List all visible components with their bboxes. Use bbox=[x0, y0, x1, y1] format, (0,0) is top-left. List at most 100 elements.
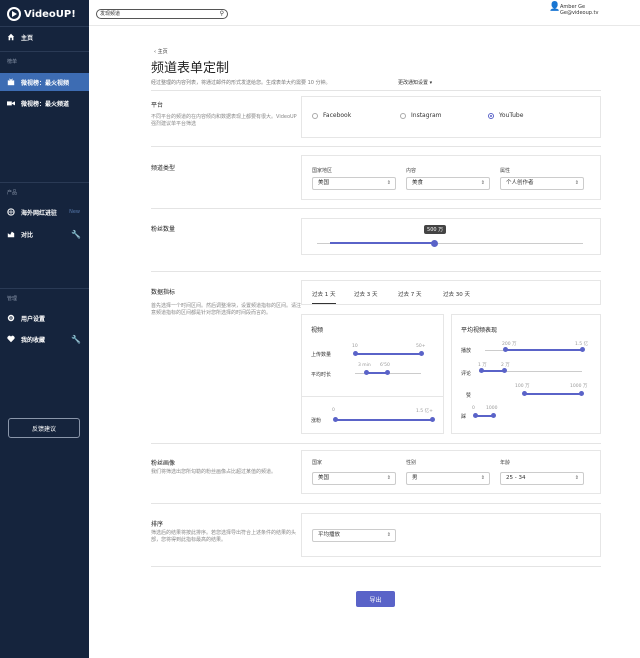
user-menu[interactable]: 👤 Amber Ge Ge@videoup.tv bbox=[549, 3, 598, 17]
content-select[interactable]: 美食 ⇕ bbox=[406, 177, 490, 190]
fans-slider-max-handle[interactable] bbox=[430, 417, 435, 422]
divider bbox=[151, 503, 601, 504]
fans-slider-min-handle[interactable] bbox=[333, 417, 338, 422]
duration-max: 6'50 bbox=[380, 363, 390, 368]
uploads-label: 上传数量 bbox=[311, 352, 332, 358]
audience-country-select[interactable]: 美国 ⇕ bbox=[312, 472, 396, 485]
chevron-updown-icon: ⇕ bbox=[480, 180, 485, 186]
notify-settings-link[interactable]: 更改通知设置 ▾ bbox=[398, 79, 432, 86]
sidebar-item-top-videos[interactable]: 微视榜：最火视频 bbox=[0, 73, 89, 91]
uploads-slider-max-handle[interactable] bbox=[419, 351, 424, 356]
fans-metrics-card: 涨粉 0 1.5 亿+ bbox=[301, 396, 444, 434]
user-icon: 👤 bbox=[549, 2, 561, 12]
uploads-slider-min-handle[interactable] bbox=[353, 351, 358, 356]
likes-min: 100 万 bbox=[515, 384, 530, 389]
uploads-max: 50+ bbox=[416, 344, 426, 349]
sidebar-item-influencer[interactable]: 海外网红进驻 New bbox=[0, 203, 89, 221]
dislikes-min: 0 bbox=[472, 406, 475, 411]
gear-icon bbox=[7, 314, 15, 322]
likes-slider-min-handle[interactable] bbox=[522, 391, 527, 396]
comments-min: 1 万 bbox=[478, 363, 487, 368]
divider bbox=[151, 443, 601, 444]
followers-slider-handle[interactable] bbox=[431, 240, 439, 247]
divider bbox=[151, 271, 601, 272]
notify-label: 更改通知设置 bbox=[398, 80, 429, 86]
radio-label: YouTube bbox=[499, 112, 524, 119]
country-select[interactable]: 美国 ⇕ bbox=[312, 177, 396, 190]
radio-circle-selected bbox=[488, 112, 494, 119]
audience-desc: 我们将筛选出您所勾勒的粉丝画像占比超过某值的频道。 bbox=[151, 469, 277, 475]
wrench-icon: 🔧 bbox=[71, 229, 81, 239]
age-select[interactable]: 25 - 34 ⇕ bbox=[500, 472, 584, 485]
chevron-updown-icon: ⇕ bbox=[386, 180, 391, 186]
search-input[interactable]: 发现频道 ⚲ bbox=[96, 9, 228, 19]
tab-3-days[interactable]: 过去 3 天 bbox=[354, 290, 378, 298]
app-name: VideoUP! bbox=[24, 8, 76, 20]
radio-instagram[interactable]: Instagram bbox=[400, 112, 442, 119]
home-icon bbox=[7, 33, 15, 41]
radio-label: Instagram bbox=[411, 112, 442, 119]
gender-select[interactable]: 男 ⇕ bbox=[406, 472, 490, 485]
sidebar-item-label: 对比 bbox=[21, 231, 34, 239]
chevron-updown-icon: ⇕ bbox=[386, 475, 391, 481]
select-value: 美食 bbox=[412, 180, 424, 186]
select-value: 个人创作者 bbox=[506, 180, 534, 186]
audience-title: 粉丝画像 bbox=[151, 460, 176, 467]
search-icon[interactable]: ⚲ bbox=[220, 10, 224, 18]
section-label-products: 产品 bbox=[7, 190, 18, 196]
sidebar-item-label: 微视榜：最火频道 bbox=[21, 100, 70, 108]
sidebar-item-label: 用户设置 bbox=[21, 315, 46, 323]
duration-slider-max-handle[interactable] bbox=[385, 370, 390, 375]
comments-slider-max-handle[interactable] bbox=[502, 368, 507, 373]
divider bbox=[151, 566, 601, 567]
tab-30-days[interactable]: 过去 30 天 bbox=[443, 290, 470, 298]
sidebar-item-favorites[interactable]: 我的收藏 🔧 bbox=[0, 330, 89, 348]
followers-card: 500 万 bbox=[301, 218, 601, 255]
chevron-updown-icon: ⇕ bbox=[574, 475, 579, 481]
plays-slider-min-handle[interactable] bbox=[503, 347, 508, 352]
sidebar-divider bbox=[0, 288, 89, 289]
sidebar-item-user-settings[interactable]: 用户设置 bbox=[0, 309, 89, 327]
sidebar-item-home[interactable]: 主页 bbox=[0, 28, 89, 46]
section-label-admin: 管理 bbox=[7, 296, 18, 302]
app-logo[interactable]: VideoUP! bbox=[7, 7, 76, 21]
attribute-select[interactable]: 个人创作者 ⇕ bbox=[500, 177, 584, 190]
sidebar: VideoUP! 主页 榜单 微视榜：最火视频 微视榜：最火频道 产品 海外网红… bbox=[0, 0, 89, 658]
sidebar-item-compare[interactable]: 对比 🔧 bbox=[0, 225, 89, 243]
comments-slider-min-handle[interactable] bbox=[479, 368, 484, 373]
sort-title: 排序 bbox=[151, 521, 164, 528]
radio-circle bbox=[400, 112, 406, 119]
plays-slider-fill bbox=[505, 349, 582, 351]
radio-youtube[interactable]: YouTube bbox=[488, 112, 523, 119]
dislikes-max: 1000 bbox=[486, 406, 498, 411]
export-button[interactable]: 导出 bbox=[356, 591, 395, 607]
back-link[interactable]: ‹ 主页 bbox=[154, 48, 168, 55]
sidebar-divider bbox=[0, 182, 89, 183]
tab-1-day[interactable]: 过去 1 天 bbox=[312, 290, 336, 304]
chevron-updown-icon: ⇕ bbox=[386, 532, 391, 538]
country-label: 国家地区 bbox=[312, 168, 333, 174]
platform-desc: 不同平台的频道的在内容倾向和数据表现上都要有很大。VideoUP 强烈建议单平台… bbox=[151, 114, 297, 127]
logo-icon bbox=[7, 7, 21, 21]
metrics-title: 数据指标 bbox=[151, 289, 176, 296]
video-metrics-card: 视频 上传数量 10 50+ 平均时长 3 min 6'50 bbox=[301, 314, 444, 399]
sidebar-item-top-channels[interactable]: 微视榜：最火频道 bbox=[0, 94, 89, 112]
dislikes-slider-min-handle[interactable] bbox=[473, 413, 478, 418]
sidebar-item-label: 主页 bbox=[21, 34, 34, 42]
comments-slider-fill bbox=[481, 370, 504, 372]
duration-slider-min-handle[interactable] bbox=[364, 370, 369, 375]
video-camera-icon bbox=[7, 101, 15, 106]
radio-facebook[interactable]: Facebook bbox=[312, 112, 351, 119]
chevron-updown-icon: ⇕ bbox=[480, 475, 485, 481]
sort-select[interactable]: 平均播放 ⇕ bbox=[312, 529, 396, 542]
tab-7-days[interactable]: 过去 7 天 bbox=[398, 290, 422, 298]
feedback-button[interactable]: 反馈建议 bbox=[8, 418, 80, 438]
comments-max: 2 万 bbox=[501, 363, 510, 368]
dislikes-slider-max-handle[interactable] bbox=[491, 413, 496, 418]
likes-slider-max-handle[interactable] bbox=[579, 391, 584, 396]
sort-desc: 筛选后的结果将按此排序。若您选择导出符合上述条件的结果的头部，您将得到此指标最高… bbox=[151, 530, 297, 543]
platform-title: 平台 bbox=[151, 102, 164, 109]
metrics-desc: 首先选择一个时间区间。然后调整滑块，设置频道指标的区间。请注意频道指标的区间都是… bbox=[151, 303, 302, 316]
plays-slider-max-handle[interactable] bbox=[580, 347, 585, 352]
avg-video-metrics-card: 平均视频表现 播放 200 万 1.5 亿 评论 1 万 2 万 赞 100 万… bbox=[451, 314, 601, 434]
